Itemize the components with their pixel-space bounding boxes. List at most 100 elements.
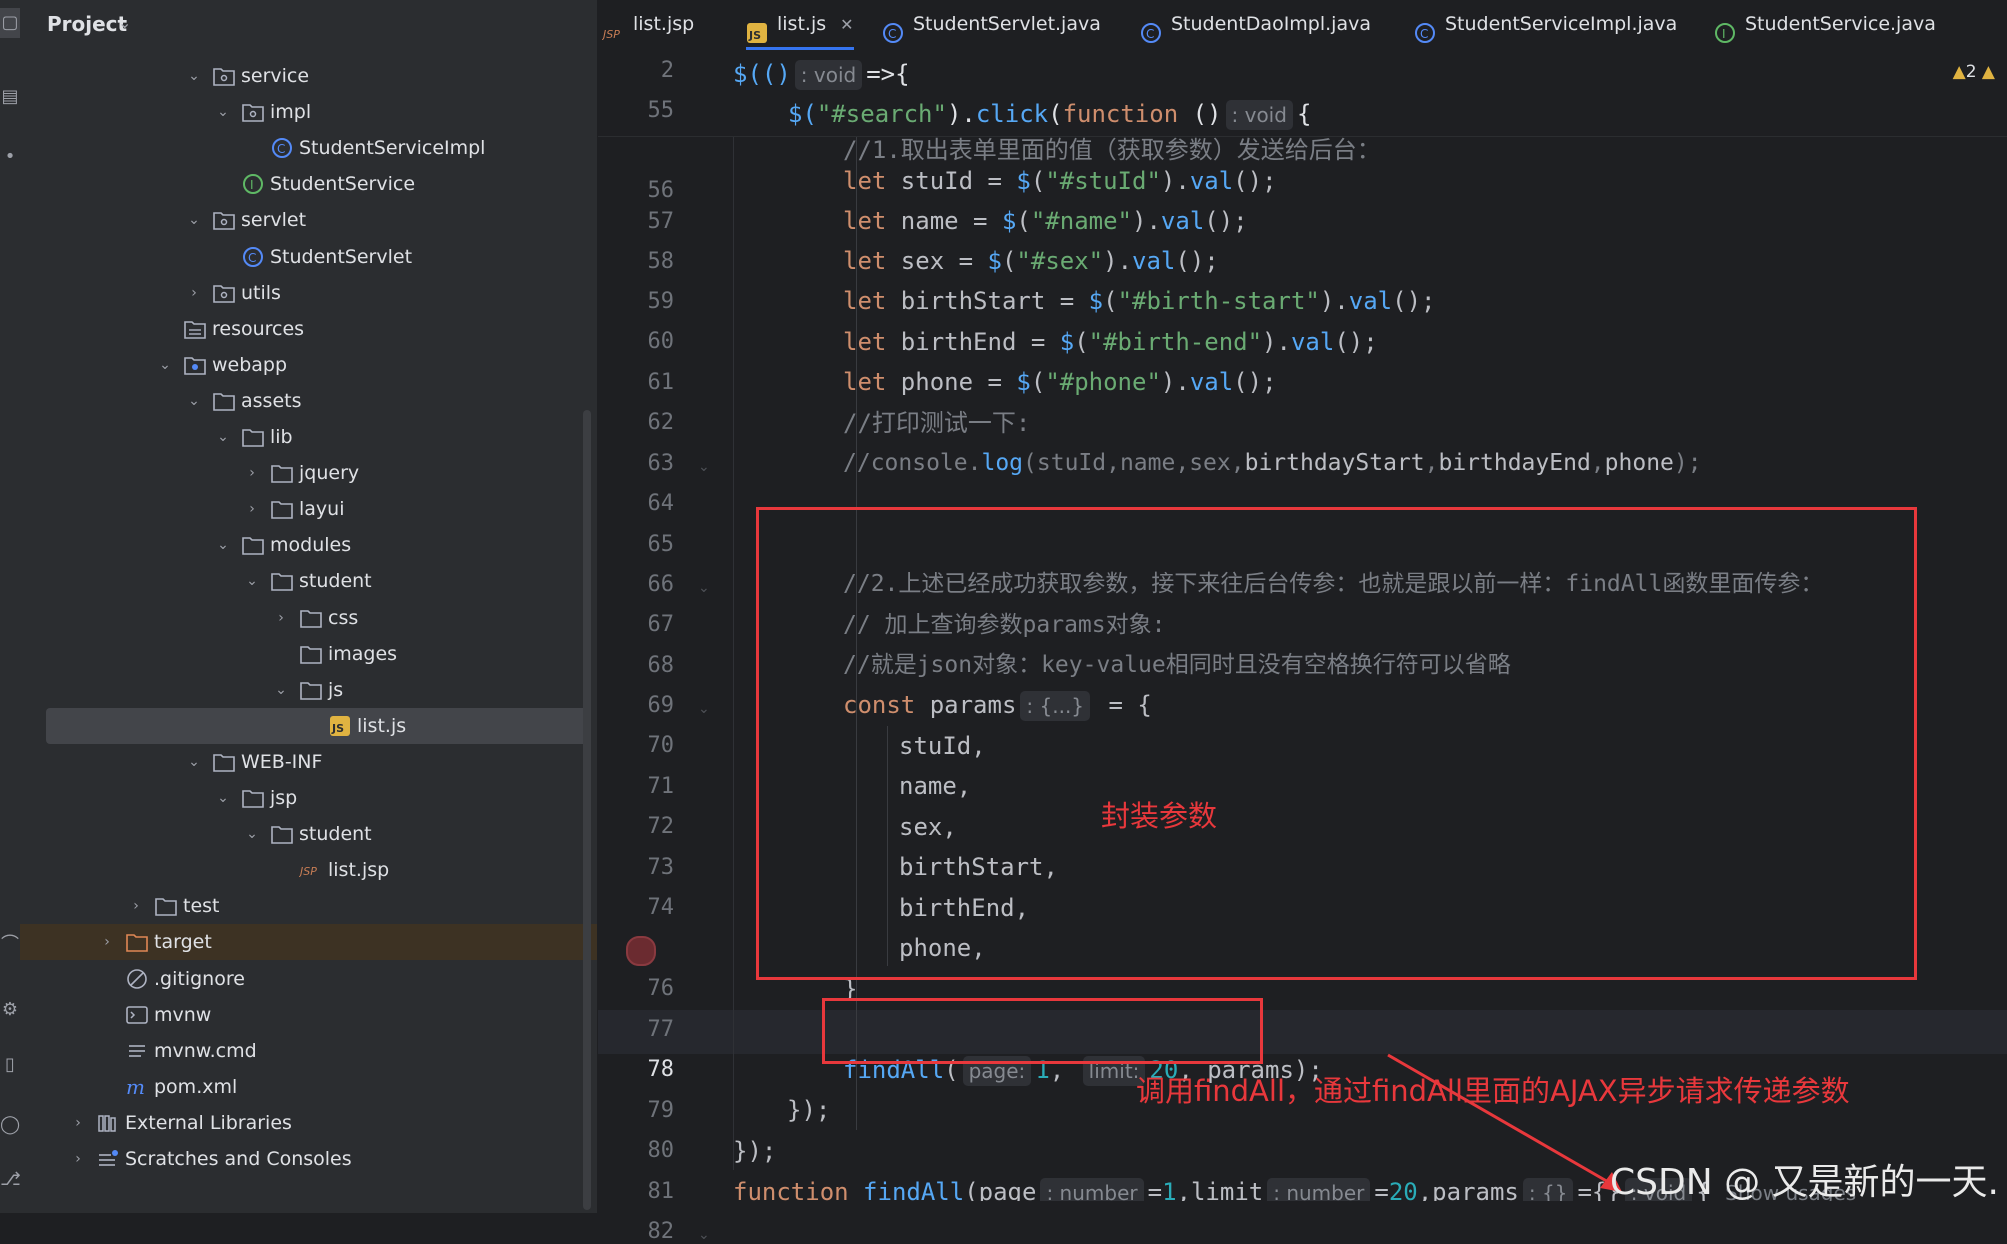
tree-item[interactable]: mvnw.cmd xyxy=(20,1033,597,1069)
tree-item[interactable]: ⌄ assets xyxy=(20,383,597,419)
tool-window-strip: ▢ ▤ • ⌒ ⚙ ▯ ◯ ⎇ xyxy=(0,0,20,1213)
chevron-down-icon[interactable]: ⌄ xyxy=(242,569,262,593)
chevron-right-icon[interactable]: › xyxy=(184,281,204,305)
chevron-down-icon[interactable]: ⌄ xyxy=(118,13,131,32)
fold-icon[interactable]: ⌄ xyxy=(698,580,714,596)
tree-item[interactable]: ⌄ student xyxy=(20,563,597,599)
tree-item-label: pom.xml xyxy=(154,1075,238,1098)
terminal-tool-icon[interactable]: ▯ xyxy=(0,1050,20,1080)
fold-icon[interactable]: ⌄ xyxy=(698,459,714,475)
chevron-right-icon[interactable]: › xyxy=(97,930,117,954)
tree-item[interactable]: › External Libraries xyxy=(20,1105,597,1141)
tree-item[interactable]: mvnw xyxy=(20,997,597,1033)
chevron-down-icon[interactable]: ⌄ xyxy=(184,389,204,413)
problems-tool-icon[interactable]: ◯ xyxy=(0,1110,20,1140)
tab-list-js[interactable]: JS list.js ✕ xyxy=(746,0,854,50)
tree-item[interactable]: m pom.xml xyxy=(20,1069,597,1105)
tree-item[interactable]: › layui xyxy=(20,491,597,527)
structure-tool-icon[interactable]: ▤ xyxy=(0,82,20,112)
string: "#birth-start" xyxy=(1117,287,1320,315)
text-file-icon xyxy=(125,1039,149,1063)
tree-item[interactable]: › css xyxy=(20,600,597,636)
inspection-widget[interactable]: ▲2 ▲ xyxy=(1953,62,1995,82)
project-title[interactable]: Project xyxy=(47,12,127,36)
tree-item[interactable]: › utils xyxy=(20,275,597,311)
chevron-right-icon[interactable]: › xyxy=(68,1111,88,1135)
tree-item[interactable]: › test xyxy=(20,888,597,924)
line-number: 55 xyxy=(647,98,675,123)
tree-item[interactable]: JS list.js xyxy=(46,707,590,744)
tree-item-label: resources xyxy=(212,317,305,340)
chevron-right-icon[interactable]: › xyxy=(68,1147,88,1171)
tree-item[interactable]: ⌄ js xyxy=(20,672,597,708)
tree-item[interactable]: ⌄ servlet xyxy=(20,202,597,238)
tree-item[interactable]: images xyxy=(20,636,597,672)
tree-item[interactable]: ⌄ webapp xyxy=(20,347,597,383)
tree-item[interactable]: C StudentServiceImpl xyxy=(20,130,597,166)
tree-item[interactable]: ⌄ impl xyxy=(20,94,597,130)
services-tool-icon[interactable]: ⚙ xyxy=(0,995,20,1025)
tree-item[interactable]: ⌄ student xyxy=(20,816,597,852)
fold-icon[interactable]: ⌄ xyxy=(698,701,714,717)
chevron-down-icon[interactable]: ⌄ xyxy=(213,100,233,124)
tree-item[interactable]: .gitignore xyxy=(20,961,597,997)
close-icon[interactable]: ✕ xyxy=(840,15,853,34)
fold-icon[interactable]: ⌄ xyxy=(698,1227,714,1243)
tab-student-service[interactable]: I StudentService.java xyxy=(1714,0,1936,50)
tree-item-label: css xyxy=(328,606,359,629)
folder-icon xyxy=(299,678,323,702)
chevron-right-icon[interactable]: › xyxy=(126,894,146,918)
editor-tabs: JSP list.jsp JS list.js ✕ C StudentServlet.j… xyxy=(598,0,2007,51)
more-tools-icon[interactable]: • xyxy=(0,142,20,172)
chevron-down-icon[interactable]: ⌄ xyxy=(242,822,262,846)
identifier: stuId xyxy=(900,167,974,195)
tree-item[interactable]: ⌄ service xyxy=(20,58,597,94)
chevron-right-icon[interactable]: › xyxy=(242,497,262,521)
line-number: 67 xyxy=(647,612,675,637)
package-icon xyxy=(212,208,236,232)
tree-item[interactable]: ⌄ WEB-INF xyxy=(20,744,597,780)
code-text: ). xyxy=(946,100,976,128)
project-tool-icon[interactable]: ▢ xyxy=(0,8,20,38)
tree-item[interactable]: › target xyxy=(20,924,597,961)
tab-list-jsp[interactable]: JSP list.jsp xyxy=(601,0,694,50)
version-control-icon[interactable]: ⎇ xyxy=(0,1165,20,1195)
tab-student-dao-impl[interactable]: C StudentDaoImpl.java xyxy=(1140,0,1371,50)
chevron-down-icon[interactable]: ⌄ xyxy=(184,64,204,88)
chevron-down-icon[interactable]: ⌄ xyxy=(271,678,291,702)
sticky-scroll-header[interactable]: 2 55 $((): void =>{ $("#search").click(fu… xyxy=(598,50,2007,137)
chevron-down-icon[interactable]: ⌄ xyxy=(213,533,233,557)
tree-item[interactable]: ⌄ jsp xyxy=(20,780,597,816)
chevron-down-icon[interactable]: ⌄ xyxy=(213,786,233,810)
project-scrollbar[interactable] xyxy=(583,410,591,1210)
breakpoint-icon[interactable] xyxy=(626,936,656,966)
svg-text:C: C xyxy=(1146,27,1154,41)
tab-student-servlet[interactable]: C StudentServlet.java xyxy=(882,0,1101,50)
chevron-down-icon[interactable]: ⌄ xyxy=(155,353,175,377)
chevron-down-icon[interactable]: ⌄ xyxy=(213,425,233,449)
tree-item-label: impl xyxy=(270,101,312,124)
tree-item[interactable]: JSP list.jsp xyxy=(20,852,597,888)
tree-item[interactable]: ⌄ lib xyxy=(20,419,597,455)
tree-item[interactable]: resources xyxy=(20,311,597,347)
identifier: sex xyxy=(900,247,945,275)
identifier: phone xyxy=(900,368,974,396)
tab-student-service-impl[interactable]: C StudentServiceImpl.java xyxy=(1414,0,1677,50)
function-name: click xyxy=(975,100,1049,128)
chevron-right-icon[interactable]: › xyxy=(242,461,262,485)
chevron-down-icon[interactable]: ⌄ xyxy=(184,750,204,774)
tree-item[interactable]: I StudentService xyxy=(20,166,597,202)
git-tool-icon[interactable]: ⌒ xyxy=(0,930,20,960)
code-line-80: }); xyxy=(733,1131,776,1171)
warning-count: 2 xyxy=(1965,62,1977,82)
tree-item[interactable]: › jquery xyxy=(20,455,597,491)
identifier: birthEnd xyxy=(900,328,1017,356)
tree-item[interactable]: › Scratches and Consoles xyxy=(20,1141,597,1177)
line-number: 62 xyxy=(647,410,675,435)
chevron-right-icon[interactable]: › xyxy=(271,606,291,630)
string: "#sex" xyxy=(1016,247,1104,275)
tree-item[interactable]: ⌄ modules xyxy=(20,527,597,563)
chevron-down-icon[interactable]: ⌄ xyxy=(184,208,204,232)
comment: ); xyxy=(1673,450,1702,476)
tree-item[interactable]: C StudentServlet xyxy=(20,239,597,275)
